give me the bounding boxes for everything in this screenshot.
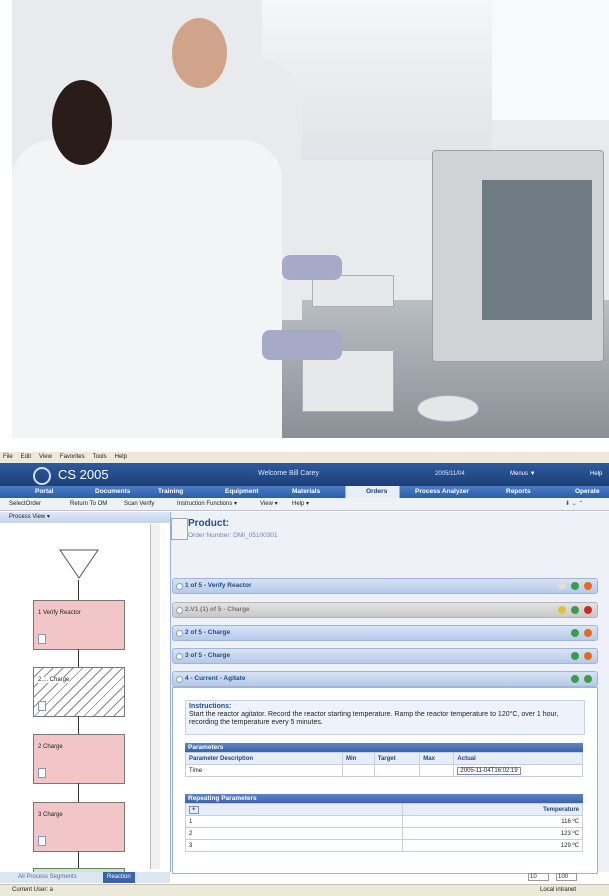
nav-operate[interactable]: Operate (575, 486, 600, 498)
step-charge-3[interactable]: 3 Charge (33, 802, 125, 852)
nav-training[interactable]: Training (158, 486, 183, 498)
nav-documents[interactable]: Documents (95, 486, 130, 498)
pager: 10 100 (518, 873, 609, 883)
toolbar: SelectOrder Return To OM Scan Verify Ins… (0, 498, 609, 511)
select-order-button[interactable]: SelectOrder (9, 498, 41, 510)
product-title: Product: (188, 518, 230, 529)
menu-tools[interactable]: Tools (93, 452, 107, 463)
section-charge-variant[interactable]: 2.V1 (1) of 5 - Charge (172, 602, 598, 618)
section-charge-2[interactable]: 2 of 5 - Charge (172, 625, 598, 641)
instructions-box: Instructions: Start the reactor agitator… (185, 700, 585, 735)
menu-favorites[interactable]: Favorites (60, 452, 85, 463)
pager-max[interactable]: 100 (556, 873, 577, 881)
main-nav: Portal Documents Training Equipment Mate… (0, 486, 609, 498)
return-to-om-button[interactable]: Return To OM (70, 498, 107, 510)
menus-button[interactable]: Menus ▼ (510, 471, 536, 477)
scan-verify-button[interactable]: Scan Verify (124, 498, 154, 510)
tab-all-process-segments[interactable]: All Process Segments (18, 872, 77, 883)
process-view-header[interactable]: Process View ▾ (0, 512, 170, 523)
add-row-icon[interactable]: + (189, 805, 199, 814)
logo-icon (33, 467, 51, 485)
help-link[interactable]: Help (590, 471, 602, 477)
help-menu[interactable]: Help ▾ (292, 498, 309, 510)
menu-file[interactable]: File (3, 452, 13, 463)
current-user: Current User: a (12, 887, 54, 893)
app-title: CS 2005 (58, 467, 109, 482)
tab-reaction[interactable]: Reaction (103, 872, 135, 883)
section-charge-3[interactable]: 3 of 5 - Charge (172, 648, 598, 664)
status-bar: Current User: a Local intranet (0, 884, 609, 896)
nav-process-analyzer[interactable]: Process Analyzer (415, 486, 469, 498)
nav-orders[interactable]: Orders (345, 486, 401, 498)
view-menu[interactable]: View ▾ (260, 498, 278, 510)
step-charge-variant[interactable]: 2.... Charge (33, 667, 125, 717)
welcome-text: Welcome Bill Carey (258, 470, 319, 477)
order-number: Order Number: DMI_05100301 (188, 532, 278, 539)
menu-help[interactable]: Help (115, 452, 127, 463)
step-charge-2[interactable]: 2 Charge (33, 734, 125, 784)
section-verify-reactor[interactable]: 1 of 5 - Verify Reactor (172, 578, 598, 594)
actual-time-input[interactable]: 2005-11-04T16:02:19 (457, 766, 521, 775)
left-scrollbar[interactable] (150, 524, 160, 869)
instruction-functions-menu[interactable]: Instruction Functions ▾ (177, 498, 237, 510)
document-icon (171, 518, 188, 540)
menu-edit[interactable]: Edit (21, 452, 31, 463)
nav-reports[interactable]: Reports (506, 486, 531, 498)
repeating-parameters-table: Repeating Parameters + Temperature 1 116 º… (185, 794, 583, 852)
instructions-text: Start the reactor agitator. Record the r… (189, 711, 559, 726)
nav-equipment[interactable]: Equipment (225, 486, 259, 498)
collapse-icons[interactable]: ⬇ ⌄ ⌃ (565, 498, 583, 510)
zone-indicator: Local intranet (540, 887, 577, 893)
header-date: 2005/11/04 (435, 471, 465, 477)
menu-view[interactable]: View (39, 452, 52, 463)
start-node-icon (59, 549, 99, 579)
section-agitate-current[interactable]: 4 - Current - Agitate (172, 671, 598, 687)
step-verify-reactor[interactable]: 1 Verify Reactor (33, 600, 125, 650)
segment-tabs: All Process Segments Reaction (0, 872, 170, 883)
app-header: CS 2005 Welcome Bill Carey 2005/11/04 Me… (0, 463, 609, 486)
lab-photo (12, 0, 609, 438)
parameters-table: Parameters Parameter Description Min Targe… (185, 743, 583, 777)
nav-materials[interactable]: Materials (292, 486, 320, 498)
instructions-title: Instructions: (189, 703, 232, 710)
pager-current[interactable]: 10 (528, 873, 549, 881)
nav-portal[interactable]: Portal (35, 486, 53, 498)
